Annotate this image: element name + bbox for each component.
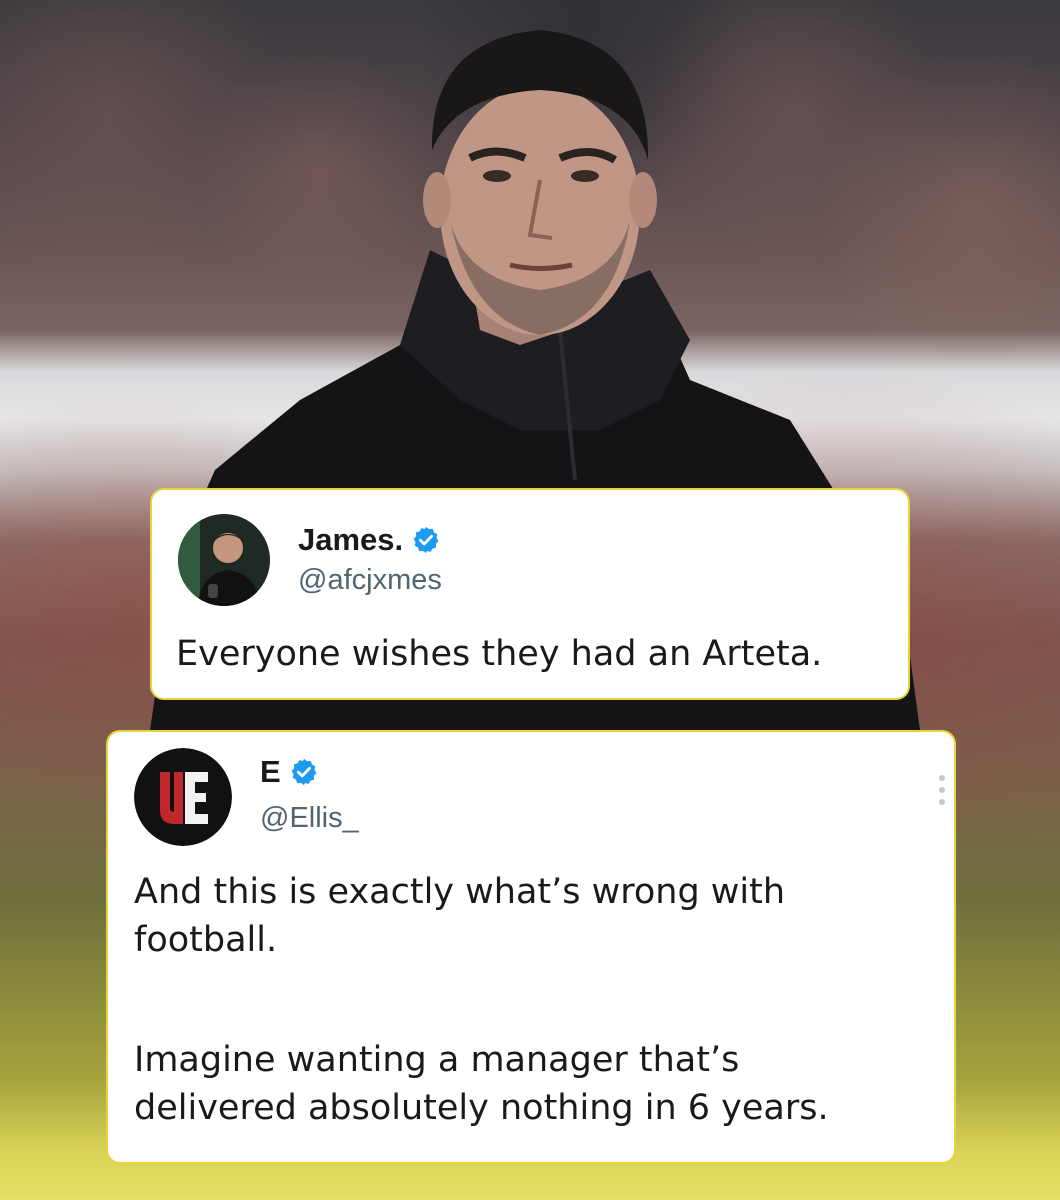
tweet-card-ellis[interactable]: E @Ellis_ And this is exactly what’s wro… [106, 730, 956, 1164]
display-name[interactable]: James. [298, 522, 403, 558]
ue-logo-avatar [134, 748, 232, 846]
verified-badge-icon [413, 526, 439, 554]
user-handle[interactable]: @Ellis_ [260, 802, 359, 835]
tweet-text-line: Everyone wishes they had an Arteta. [176, 634, 823, 674]
tweet-text: Everyone wishes they had an Arteta. [176, 630, 896, 678]
display-name[interactable]: E [260, 754, 281, 790]
tweet-card-james[interactable]: James. @afcjxmes Everyone wishes they ha… [150, 488, 910, 700]
name-row: E [260, 754, 319, 790]
tweet-text: And this is exactly what’s wrong with fo… [134, 868, 934, 1132]
verified-badge-icon [291, 758, 317, 786]
tweet-text-line: And this is exactly what’s wrong with [134, 872, 786, 912]
tweet-text-line: Imagine wanting a manager that’s [134, 1040, 740, 1080]
avatar-photo [178, 514, 270, 606]
screenshot-scene: James. @afcjxmes Everyone wishes they ha… [0, 0, 1060, 1200]
user-handle[interactable]: @afcjxmes [298, 564, 442, 597]
tweet-text-line: delivered absolutely nothing in 6 years. [134, 1088, 829, 1128]
name-row: James. [298, 522, 441, 558]
tweet-text-line: football. [134, 920, 278, 960]
more-options-icon[interactable] [936, 770, 948, 810]
avatar[interactable] [134, 748, 232, 846]
avatar[interactable] [178, 514, 270, 606]
